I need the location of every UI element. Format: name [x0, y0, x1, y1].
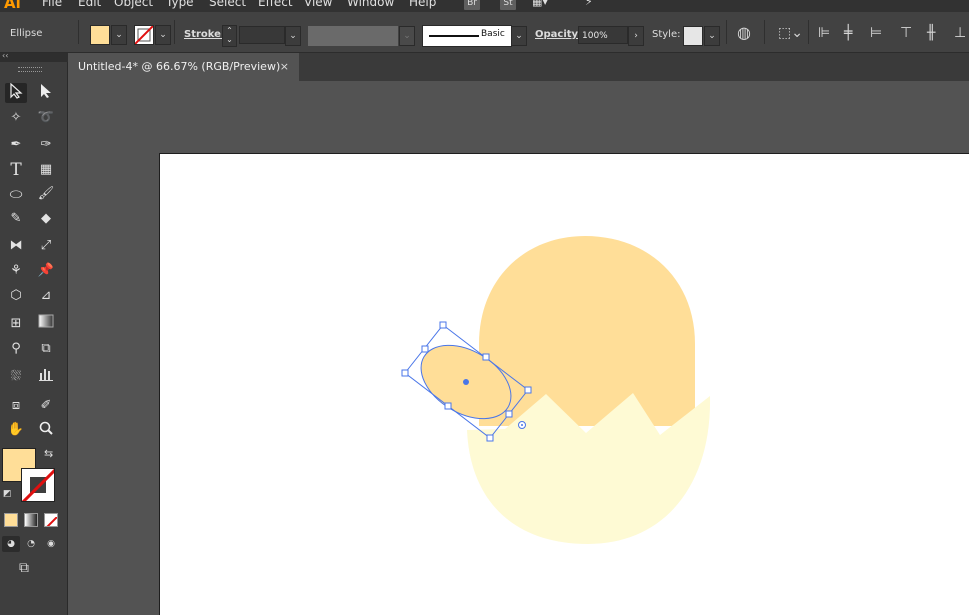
document-tab[interactable]: Untitled-4* @ 66.67% (RGB/Preview) × — [68, 53, 299, 81]
stroke-weight-stepper[interactable]: ⌃ ⌄ — [222, 25, 237, 47]
gpu-performance-icon[interactable]: ⚡ — [585, 0, 593, 8]
collapse-icon[interactable]: ‹‹ — [2, 51, 8, 60]
draw-normal-icon[interactable]: ◕ — [2, 536, 20, 552]
artboard[interactable] — [159, 153, 969, 615]
document-tab-bar: Untitled-4* @ 66.67% (RGB/Preview) × — [68, 53, 969, 81]
recolor-artwork-icon[interactable]: ◍ — [737, 25, 751, 41]
curvature-tool-icon[interactable]: ✑ — [35, 135, 57, 155]
draw-inside-icon[interactable]: ◉ — [42, 536, 60, 552]
reflect-tool-icon[interactable]: ⧓ — [5, 236, 27, 256]
align-bottom-icon[interactable]: ⊥ — [954, 25, 966, 41]
menu-object[interactable]: Object — [114, 0, 153, 9]
toolbox-grip[interactable] — [18, 67, 42, 72]
artwork[interactable] — [160, 154, 969, 615]
style-label: Style: — [652, 29, 681, 40]
type-tool-icon[interactable]: T — [5, 160, 27, 180]
shaper-tool-icon[interactable]: ✎ — [5, 209, 27, 229]
gradient-mode-button[interactable] — [24, 513, 38, 527]
symbol-sprayer-tool-icon[interactable]: ⛆ — [5, 367, 27, 387]
align-left-icon[interactable]: ⊫ — [818, 25, 830, 41]
variable-width-profile[interactable] — [308, 26, 398, 46]
ellipse-tool-icon[interactable]: ⬭ — [5, 184, 27, 204]
eraser-tool-icon[interactable]: ◆ — [35, 209, 57, 229]
stroke-color-swatch[interactable] — [134, 25, 154, 45]
arrange-documents-icon[interactable]: ▦▾ — [532, 0, 548, 8]
stroke-weight-input[interactable] — [239, 26, 285, 44]
graphic-style-dropdown[interactable]: ⌄ — [704, 26, 720, 46]
menu-view[interactable]: View — [304, 0, 332, 9]
align-vertical-center-icon[interactable]: ╫ — [927, 25, 935, 41]
fill-color-swatch[interactable] — [90, 25, 110, 45]
artboard-tool-icon[interactable]: ⧈ — [5, 396, 27, 416]
stroke-swatch[interactable] — [21, 468, 55, 502]
eyedropper-tool-icon[interactable]: ⚲ — [5, 339, 27, 359]
zoom-tool-icon[interactable] — [35, 420, 57, 440]
default-fill-stroke-icon[interactable]: ◩ — [3, 489, 12, 499]
close-tab-icon[interactable]: × — [280, 53, 289, 81]
stroke-label[interactable]: Stroke: — [184, 29, 225, 40]
opacity-input[interactable]: 100% — [578, 26, 628, 44]
lasso-tool-icon[interactable]: ➰ — [35, 108, 57, 128]
opacity-arrow[interactable]: › — [628, 26, 644, 46]
color-mode-button[interactable] — [4, 513, 18, 527]
toolbox: ‹‹ ✧ ➰ ✒ ✑ T ▦ ⬭ 🖌 ✎ ◆ ⧓ ⤢ ⚘ 📌 ⬡ ⊿ ⊞ ⚲ ⧉… — [0, 51, 68, 615]
menu-bar: Ai File Edit Object Type Select Effect V… — [0, 0, 969, 12]
toolbox-header: ‹‹ — [0, 51, 68, 62]
slice-tool-icon[interactable]: ✐ — [35, 396, 57, 416]
control-bar: Ellipse ⌄ ⌄ Stroke: ⌃ ⌄ ⌄ ⌄ Basic ⌄ Opaci… — [0, 12, 969, 53]
graphic-style-swatch[interactable] — [683, 26, 703, 46]
pin-tool-icon[interactable]: 📌 — [35, 261, 57, 281]
brush-stroke-preview — [429, 35, 479, 37]
mesh-tool-icon[interactable]: ⊞ — [5, 314, 27, 334]
puppet-warp-tool-icon[interactable]: ⚘ — [5, 261, 27, 281]
paintbrush-tool-icon[interactable]: 🖌 — [35, 184, 57, 204]
none-mode-button[interactable] — [44, 513, 58, 527]
stock-button[interactable]: St — [500, 0, 516, 10]
screen-mode-icon[interactable]: ⧉ — [19, 560, 29, 576]
menu-file[interactable]: File — [42, 0, 62, 9]
align-top-icon[interactable]: ⊤ — [900, 25, 912, 41]
brush-dropdown[interactable]: ⌄ — [511, 26, 527, 46]
blend-tool-icon[interactable]: ⧉ — [35, 339, 57, 359]
menu-select[interactable]: Select — [209, 0, 246, 9]
no-stroke-icon — [135, 26, 153, 44]
swap-fill-stroke-icon[interactable]: ⇆ — [44, 447, 53, 460]
fill-dropdown[interactable]: ⌄ — [111, 25, 127, 45]
selection-tool-icon[interactable] — [5, 82, 27, 103]
menu-window[interactable]: Window — [347, 0, 394, 9]
perspective-grid-tool-icon[interactable]: ⊿ — [35, 286, 57, 306]
rectangular-grid-tool-icon[interactable]: ▦ — [35, 160, 57, 180]
document-tab-title: Untitled-4* @ 66.67% (RGB/Preview) — [78, 60, 281, 73]
app-logo: Ai — [4, 0, 21, 12]
pen-tool-icon[interactable]: ✒ — [5, 135, 27, 155]
canvas-area[interactable] — [68, 81, 969, 615]
transform-icon[interactable]: ⬚⌄ — [778, 25, 803, 41]
align-right-icon[interactable]: ⊨ — [870, 25, 882, 41]
draw-behind-icon[interactable]: ◔ — [22, 536, 40, 552]
brush-name: Basic — [481, 29, 505, 39]
direct-selection-tool-icon[interactable] — [35, 83, 57, 103]
brush-definition[interactable]: Basic — [422, 25, 512, 47]
menu-type[interactable]: Type — [166, 0, 194, 9]
stroke-weight-dropdown[interactable]: ⌄ — [285, 26, 301, 46]
column-graph-tool-icon[interactable] — [35, 367, 57, 387]
opacity-label[interactable]: Opacity: — [535, 29, 582, 40]
bridge-button[interactable]: Br — [464, 0, 480, 10]
align-horizontal-center-icon[interactable]: ╪ — [844, 25, 852, 41]
menu-help[interactable]: Help — [409, 0, 436, 9]
hand-tool-icon[interactable]: ✋ — [5, 420, 27, 440]
menu-edit[interactable]: Edit — [78, 0, 101, 9]
scale-tool-icon[interactable]: ⤢ — [35, 236, 57, 256]
magic-wand-tool-icon[interactable]: ✧ — [5, 108, 27, 128]
center-point — [463, 379, 469, 385]
selection-type-label: Ellipse — [10, 28, 43, 39]
stroke-none-icon — [22, 469, 54, 501]
gradient-tool-icon[interactable] — [35, 314, 57, 334]
menu-effect[interactable]: Effect — [258, 0, 293, 9]
stroke-dropdown[interactable]: ⌄ — [155, 25, 171, 45]
free-transform-tool-icon[interactable]: ⬡ — [5, 286, 27, 306]
variable-width-dropdown[interactable]: ⌄ — [399, 26, 415, 46]
